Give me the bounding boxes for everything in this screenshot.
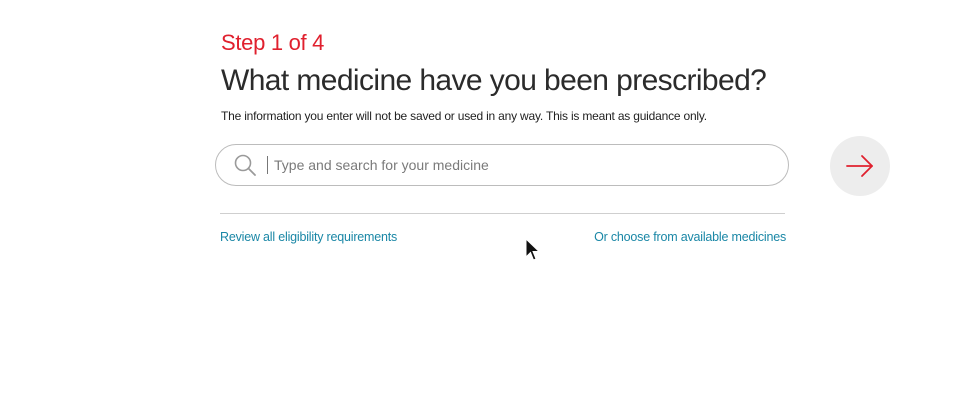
medicine-search-input[interactable] [274,153,754,177]
search-icon [232,152,258,178]
review-eligibility-link[interactable]: Review all eligibility requirements [220,230,397,244]
next-button[interactable] [830,136,890,196]
search-field[interactable] [215,144,789,186]
step-indicator: Step 1 of 4 [221,30,325,55]
disclaimer-text: The information you enter will not be sa… [221,109,707,123]
medicine-search-page: Step 1 of 4 What medicine have you been … [0,0,961,400]
divider [220,213,785,214]
page-title: What medicine have you been prescribed? [221,64,767,97]
arrow-right-icon [846,155,873,177]
text-caret [267,156,268,174]
choose-medicines-link[interactable]: Or choose from available medicines [594,230,786,244]
mouse-pointer-icon [525,238,541,261]
